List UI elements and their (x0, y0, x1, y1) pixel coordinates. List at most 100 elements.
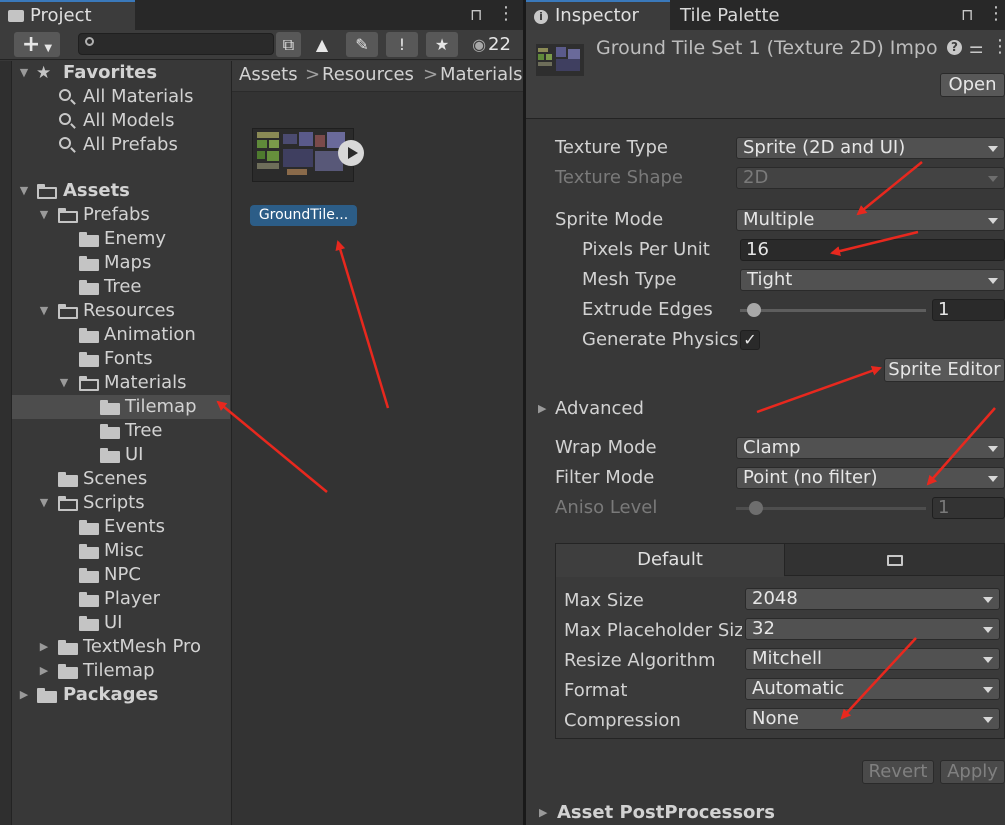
advanced-foldout[interactable]: Advanced (555, 398, 644, 419)
collapsed-arrow-icon[interactable]: ▶ (37, 659, 51, 683)
expand-arrow-icon[interactable]: ▼ (17, 179, 31, 203)
tree-item-prefabs[interactable]: ▼ Prefabs (12, 203, 230, 227)
folder-open-icon (58, 496, 78, 511)
asset-postprocessors-foldout[interactable]: Asset PostProcessors (557, 802, 775, 823)
folder-icon (79, 328, 99, 343)
breadcrumb-materials[interactable]: Materials (440, 64, 523, 85)
tree-item-enemy[interactable]: Enemy (12, 227, 230, 251)
expand-arrow-icon[interactable]: ▼ (17, 61, 31, 85)
lock-icon[interactable]: ⊓ (470, 5, 482, 24)
revert-button[interactable]: Revert (862, 760, 934, 784)
sprite-editor-button[interactable]: Sprite Editor (884, 358, 1005, 382)
expand-arrow-icon[interactable]: ▼ (37, 299, 51, 323)
wrap-mode-dropdown[interactable]: Clamp (736, 437, 1005, 459)
tab-tile-palette[interactable]: Tile Palette (672, 0, 812, 30)
sprite-mode-dropdown[interactable]: Multiple (736, 209, 1005, 231)
inspector-tabbar: i Inspector Tile Palette ⊓ ⋮ (526, 0, 1005, 30)
open-button[interactable]: Open (940, 73, 1005, 97)
tree-item-animation[interactable]: Animation (12, 323, 230, 347)
tab-inspector[interactable]: i Inspector (526, 0, 670, 30)
breadcrumb-resources[interactable]: Resources (322, 64, 414, 85)
tab-default-platform[interactable]: Default (556, 544, 784, 577)
collapsed-arrow-icon[interactable]: ▶ (538, 402, 546, 415)
tree-item-assets[interactable]: ▼ Assets (12, 179, 230, 203)
tree-item-tilemap-root[interactable]: ▶ Tilemap (12, 659, 230, 683)
apply-button[interactable]: Apply (940, 760, 1005, 784)
generate-physics-checkbox[interactable]: ✓ (740, 330, 760, 350)
tree-item-packages[interactable]: ▶ Packages (12, 683, 230, 707)
breadcrumb-assets[interactable]: Assets (239, 64, 298, 85)
folder-icon (100, 448, 120, 463)
help-icon[interactable]: ? (947, 40, 962, 55)
chevron-down-icon (983, 657, 993, 663)
tree-item-materials[interactable]: ▼ Materials (12, 371, 230, 395)
texture-type-dropdown[interactable]: Sprite (2D and UI) (736, 137, 1005, 159)
pixels-per-unit-field[interactable]: 16 (740, 239, 1005, 261)
max-size-dropdown[interactable]: 2048 (745, 588, 1000, 610)
asset-type-filter-icon[interactable]: ▲ (306, 32, 338, 57)
hidden-packages-button[interactable]: ◉ 22 (464, 32, 519, 57)
folder-icon (79, 592, 99, 607)
tree-item-fonts[interactable]: Fonts (12, 347, 230, 371)
resize-algorithm-dropdown[interactable]: Mitchell (745, 648, 1000, 670)
asset-name-label[interactable]: GroundTile... (250, 205, 357, 226)
mesh-type-dropdown[interactable]: Tight (740, 269, 1005, 291)
tab-project[interactable]: Project (0, 0, 135, 30)
kebab-menu-icon[interactable]: ⋮ (497, 3, 515, 24)
max-placeholder-size-dropdown[interactable]: 32 (745, 618, 1000, 640)
label-filter-icon[interactable]: ✎ (346, 32, 378, 57)
create-dropdown-button[interactable]: + ▼ (14, 32, 60, 57)
tree-item-all-models[interactable]: All Models (12, 109, 230, 133)
collapsed-arrow-icon[interactable]: ▶ (539, 806, 547, 819)
expand-arrow-icon[interactable]: ▼ (37, 491, 51, 515)
folder-icon (58, 640, 78, 655)
favorite-star-icon[interactable]: ★ (426, 32, 458, 57)
tree-item-maps[interactable]: Maps (12, 251, 230, 275)
tree-item-materials-ui[interactable]: UI (12, 443, 230, 467)
tree-item-events[interactable]: Events (12, 515, 230, 539)
expand-arrow-icon[interactable]: ▼ (37, 203, 51, 227)
tree-item-all-prefabs[interactable]: All Prefabs (12, 133, 230, 157)
tree-item-scenes[interactable]: Scenes (12, 467, 230, 491)
collapsed-arrow-icon[interactable]: ▶ (37, 635, 51, 659)
warning-filter-icon[interactable]: ! (386, 32, 418, 57)
kebab-menu-icon[interactable]: ⋮ (987, 3, 1005, 24)
extrude-edges-slider-track[interactable] (740, 309, 926, 312)
tree-item-materials-tree[interactable]: Tree (12, 419, 230, 443)
chevron-down-icon (983, 627, 993, 633)
aniso-level-label: Aniso Level (555, 497, 658, 518)
lock-icon[interactable]: ⊓ (961, 5, 973, 24)
generate-physics-label: Generate Physics (582, 329, 739, 350)
tree-item-tilemap-selected[interactable]: Tilemap (12, 395, 230, 419)
format-dropdown[interactable]: Automatic (745, 678, 1000, 700)
kebab-menu-icon[interactable]: ⋮ (991, 36, 1005, 57)
tree-item-scripts[interactable]: ▼ Scripts (12, 491, 230, 515)
chevron-down-icon (988, 476, 998, 482)
tree-item-all-materials[interactable]: All Materials (12, 85, 230, 109)
extrude-edges-slider-handle[interactable] (747, 303, 761, 317)
texture-type-label: Texture Type (555, 137, 668, 158)
search-input[interactable] (78, 33, 274, 55)
collapsed-arrow-icon[interactable]: ▶ (17, 683, 31, 707)
tab-standalone-platform[interactable] (784, 544, 1004, 576)
play-icon[interactable] (338, 140, 364, 166)
tree-item-resources[interactable]: ▼ Resources (12, 299, 230, 323)
extrude-edges-field[interactable]: 1 (932, 299, 1005, 321)
chevron-down-icon (988, 176, 998, 182)
tree-item-npc[interactable]: NPC (12, 563, 230, 587)
search-by-type-icon[interactable]: ⧉ (276, 32, 301, 57)
folder-icon (37, 688, 57, 703)
tree-item-scripts-ui[interactable]: UI (12, 611, 230, 635)
expand-arrow-icon[interactable]: ▼ (57, 371, 71, 395)
project-window: Project ⊓ ⋮ + ▼ ⧉ ▲ ✎ ! ★ ◉ 22 ▼ ★ Favorit… (0, 0, 523, 825)
tree-item-misc[interactable]: Misc (12, 539, 230, 563)
compression-dropdown[interactable]: None (745, 708, 1000, 730)
project-tabbar: Project ⊓ ⋮ (0, 0, 523, 30)
preset-sliders-icon[interactable]: ⚌ (969, 38, 983, 57)
tree-item-textmesh-pro[interactable]: ▶ TextMesh Pro (12, 635, 230, 659)
filter-mode-dropdown[interactable]: Point (no filter) (736, 467, 1005, 489)
folder-open-icon (58, 304, 78, 319)
tree-item-player[interactable]: Player (12, 587, 230, 611)
tree-item-tree[interactable]: Tree (12, 275, 230, 299)
tree-item-favorites[interactable]: ▼ ★ Favorites (12, 61, 230, 85)
